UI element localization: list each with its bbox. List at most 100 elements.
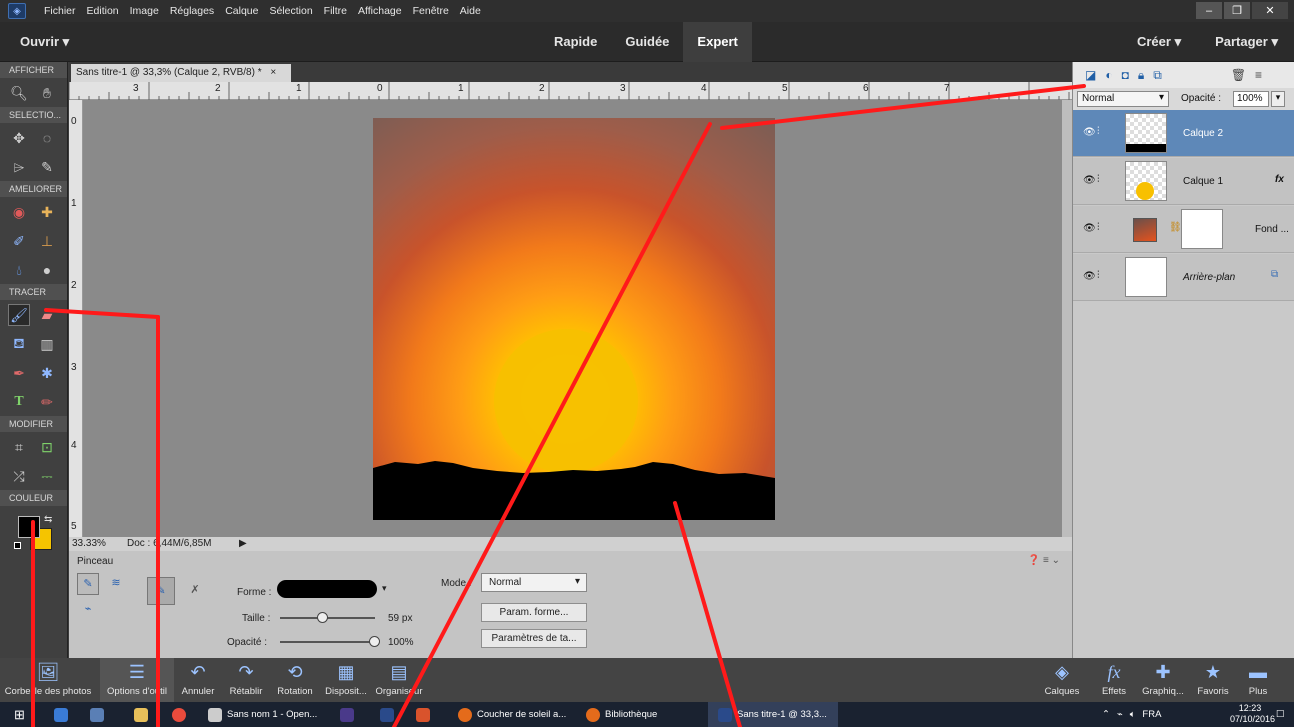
clock[interactable]: 12:23 07/10/2016 xyxy=(1230,703,1275,725)
straighten-tool-icon[interactable]: ⎓ xyxy=(36,465,58,487)
menu-reglages[interactable]: Réglages xyxy=(170,5,214,17)
pencil-tool-icon[interactable]: ✏︎ xyxy=(36,391,58,413)
tablet-mode-icon[interactable]: ✗ xyxy=(181,577,209,605)
layer-row[interactable]: 👁︎ ⫶ Calque 2 xyxy=(1073,110,1294,157)
brush-tool-icon[interactable]: 🖌︎ xyxy=(8,304,30,326)
menu-edition[interactable]: Edition xyxy=(87,5,119,17)
link-icon[interactable]: ⫶ xyxy=(1097,270,1100,281)
eyedropper-tool-icon[interactable]: ✒ xyxy=(8,362,30,384)
share-button[interactable]: Partager ▾ xyxy=(1215,34,1278,50)
taskbar-item-library[interactable]: Bibliothèque xyxy=(586,702,657,727)
eraser-tool-icon[interactable]: ▰ xyxy=(36,304,58,326)
layer-row[interactable]: 👁︎ ⫶ Arrière-plan ⧉ xyxy=(1073,254,1294,301)
chevron-down-icon[interactable]: ▾ xyxy=(382,583,387,594)
folder-icon[interactable] xyxy=(134,702,148,727)
tab-guidee[interactable]: Guidée xyxy=(611,22,683,62)
graphics-button[interactable]: ✚ Graphiq... xyxy=(1136,658,1190,702)
open-button[interactable]: Ouvrir ▾ xyxy=(20,34,69,50)
app-logo-icon[interactable]: ◈ xyxy=(8,3,26,19)
marquee-tool-icon[interactable]: ◌ xyxy=(36,127,58,149)
network-icon[interactable]: ⌁ xyxy=(1117,709,1123,720)
type-tool-icon[interactable]: T xyxy=(8,391,30,413)
delete-layer-icon[interactable]: 🗑︎ xyxy=(1231,68,1246,82)
new-adjustment-layer-icon[interactable]: ◐ xyxy=(1105,68,1112,82)
eye-icon[interactable]: 👁︎ xyxy=(1083,175,1096,186)
new-layer-icon[interactable]: ◪ xyxy=(1085,68,1096,82)
link-icon[interactable]: ⫶ xyxy=(1097,222,1100,233)
zoom-tool-icon[interactable]: 🔍︎ xyxy=(8,82,30,104)
layer-opacity-input[interactable]: 100% xyxy=(1233,91,1269,107)
photo-bin-button[interactable]: 🖼︎ Corbeille des photos xyxy=(0,658,96,702)
eye-icon[interactable]: 👁︎ xyxy=(1083,223,1096,234)
language-indicator[interactable]: FRA xyxy=(1142,709,1161,720)
redo-button[interactable]: ↷ Rétablir xyxy=(224,658,268,702)
menu-affichage[interactable]: Affichage xyxy=(358,5,402,17)
impressionist-brush-icon[interactable]: ≋ xyxy=(105,573,127,595)
default-colors-icon[interactable] xyxy=(14,542,21,549)
layer-fx-badge[interactable]: fx xyxy=(1275,174,1284,185)
menu-filtre[interactable]: Filtre xyxy=(324,5,347,17)
blend-mode-select[interactable]: Normal ▾ xyxy=(1077,91,1169,107)
layout-button[interactable]: ▦ Disposit... xyxy=(320,658,372,702)
tab-rapide[interactable]: Rapide xyxy=(540,22,611,62)
menu-fenetre[interactable]: Fenêtre xyxy=(413,5,449,17)
opacity-slider-thumb[interactable] xyxy=(369,636,380,647)
color-replacement-brush-icon[interactable]: ⌁ xyxy=(77,599,99,621)
menu-selection[interactable]: Sélection xyxy=(269,5,312,17)
background-lock-icon[interactable]: ⧉ xyxy=(1271,269,1278,280)
lock-all-icon[interactable]: ⧉ xyxy=(1153,68,1162,83)
menu-aide[interactable]: Aide xyxy=(460,5,481,17)
red-eye-tool-icon[interactable]: ◉ xyxy=(8,201,30,223)
close-tab-icon[interactable]: × xyxy=(270,67,276,78)
link-icon[interactable]: ⫶ xyxy=(1097,126,1100,137)
brush-tool-option-icon[interactable]: ✎ xyxy=(77,573,99,595)
airbrush-mode-icon[interactable]: ✎ xyxy=(147,577,175,605)
document-tab[interactable]: Sans titre-1 @ 33,3% (Calque 2, RVB/8) *… xyxy=(71,64,291,82)
menu-fichier[interactable]: Fichier xyxy=(44,5,76,17)
eye-icon[interactable]: 👁︎ xyxy=(1083,127,1096,138)
status-menu-icon[interactable]: ▶ xyxy=(239,538,247,549)
chevron-down-icon[interactable]: ▾ xyxy=(1271,91,1285,107)
panel-options-icons[interactable]: ❓ ≡ ⌄ xyxy=(1028,555,1060,566)
healing-brush-tool-icon[interactable]: ✚ xyxy=(36,201,58,223)
quick-selection-tool-icon[interactable]: ✎ xyxy=(36,156,58,178)
crop-tool-icon[interactable]: ⌗ xyxy=(8,436,30,458)
paint-bucket-tool-icon[interactable]: ⛾ xyxy=(8,333,30,355)
size-slider-thumb[interactable] xyxy=(316,612,328,623)
tool-options-button[interactable]: ☰ Options d'outil xyxy=(100,658,174,702)
undo-button[interactable]: ↶ Annuler xyxy=(176,658,220,702)
layer-row[interactable]: 👁︎ ⫶ ⛓︎ Fond ... xyxy=(1073,206,1294,253)
content-aware-move-tool-icon[interactable]: ⤮ xyxy=(8,465,30,487)
menu-calque[interactable]: Calque xyxy=(225,5,258,17)
mode-select[interactable]: Normal ▾ xyxy=(481,573,587,592)
layer-row[interactable]: 👁︎ ⫶ Calque 1 fx xyxy=(1073,158,1294,205)
swap-colors-icon[interactable]: ⇆ xyxy=(44,514,52,525)
brush-settings-button[interactable]: Param. forme... xyxy=(481,603,587,622)
rotate-button[interactable]: ⟲ Rotation xyxy=(270,658,320,702)
layer-name[interactable]: Calque 1 xyxy=(1183,176,1223,187)
restore-icon[interactable]: ❐ xyxy=(1224,2,1250,19)
foreground-color-swatch[interactable] xyxy=(18,516,40,538)
blur-tool-icon[interactable]: 💧︎ xyxy=(8,259,30,281)
media-icon[interactable] xyxy=(416,702,430,727)
minimize-icon[interactable]: – xyxy=(1196,2,1222,19)
layer-name[interactable]: Arrière-plan xyxy=(1183,272,1235,283)
tray-up-icon[interactable]: ⌃ xyxy=(1102,709,1110,720)
app-icon[interactable] xyxy=(90,702,104,727)
opacity-slider[interactable] xyxy=(280,636,380,647)
canvas-area[interactable] xyxy=(83,100,1062,537)
size-slider[interactable] xyxy=(280,612,375,623)
create-button[interactable]: Créer ▾ xyxy=(1137,34,1181,50)
start-icon[interactable]: ⊞ xyxy=(14,702,25,727)
tablet-settings-button[interactable]: Paramètres de ta... xyxy=(481,629,587,648)
gradient-tool-icon[interactable]: ▥ xyxy=(36,333,58,355)
close-icon[interactable]: ✕ xyxy=(1252,2,1288,19)
layers-button[interactable]: ◈ Calques xyxy=(1040,658,1084,702)
pse-icon[interactable] xyxy=(340,702,354,727)
favorites-button[interactable]: ★ Favoris xyxy=(1192,658,1234,702)
eye-icon[interactable]: 👁︎ xyxy=(1083,271,1096,282)
menu-image[interactable]: Image xyxy=(130,5,159,17)
tab-expert[interactable]: Expert xyxy=(683,22,752,62)
layer-name[interactable]: Calque 2 xyxy=(1183,128,1223,139)
more-button[interactable]: ▬ Plus xyxy=(1238,658,1278,702)
